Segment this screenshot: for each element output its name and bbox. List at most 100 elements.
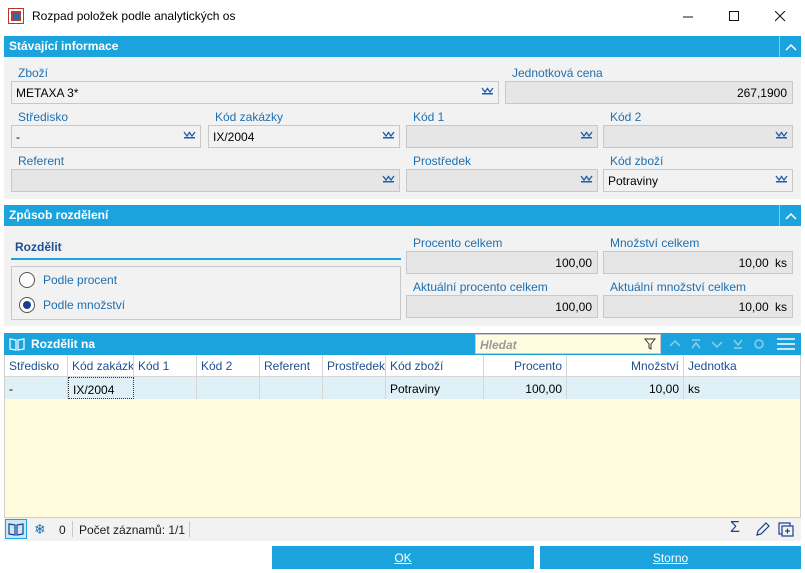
edit-icon[interactable] [755, 522, 770, 537]
aktualni-procento-field: 100,00 [406, 295, 598, 318]
collapse-current-info-button[interactable] [779, 36, 801, 57]
stredisko-value: - [16, 130, 20, 144]
split-group-title: Rozdělit [15, 240, 62, 254]
prostredek-field[interactable] [406, 169, 598, 192]
nav-last-icon[interactable] [732, 338, 744, 350]
status-bar: ❄ 0 Počet záznamů: 1/1 Σ [4, 517, 801, 541]
kod-zakazky-label: Kód zakázky [215, 110, 284, 124]
mnozstvi-celkem-field: 10,00 ks [603, 251, 793, 274]
col-kod-zakazky[interactable]: Kód zakázky [68, 355, 134, 377]
radio-quantity[interactable] [19, 297, 35, 313]
chevron-down-icon [580, 131, 593, 139]
col-kod-zbozi[interactable]: Kód zboží [386, 355, 484, 377]
procento-celkem-field: 100,00 [406, 251, 598, 274]
aktualni-mnozstvi-label: Aktuální množství celkem [610, 280, 747, 294]
dropdown-icon[interactable] [580, 130, 594, 142]
chevron-down-icon [775, 131, 788, 139]
cell-kod2[interactable] [197, 377, 260, 399]
data-grid: Středisko Kód zakázky Kód 1 Kód 2 Refere… [4, 355, 801, 517]
dropdown-icon[interactable] [775, 130, 789, 142]
minimize-button[interactable] [665, 0, 711, 32]
kod-zakazky-value: IX/2004 [213, 130, 255, 144]
dropdown-icon[interactable] [183, 130, 197, 142]
cell-mnozstvi[interactable]: 10,00 [567, 377, 684, 399]
nav-up-icon[interactable] [669, 338, 681, 350]
nav-first-icon[interactable] [690, 338, 702, 350]
snowflake-icon[interactable]: ❄ [34, 521, 46, 538]
col-kod1[interactable]: Kód 1 [134, 355, 197, 377]
zbozi-label: Zboží [18, 66, 49, 80]
radio-percent[interactable] [19, 272, 35, 288]
dropdown-icon[interactable] [775, 174, 789, 186]
divider [189, 521, 190, 537]
sum-icon[interactable]: Σ [730, 519, 740, 537]
close-icon [774, 10, 785, 21]
kod2-field[interactable] [603, 125, 793, 148]
split-group-divider [11, 258, 401, 260]
section-split-method-title: Způsob rozdělení [9, 208, 109, 222]
maximize-button[interactable] [711, 0, 757, 32]
chevron-down-icon [580, 175, 593, 183]
dropdown-icon[interactable] [580, 174, 594, 186]
kod-zakazky-field[interactable]: IX/2004 [208, 125, 400, 148]
search-input[interactable]: Hledat [475, 334, 661, 354]
col-referent[interactable]: Referent [260, 355, 323, 377]
radio-quantity-label[interactable]: Podle množství [43, 298, 125, 312]
section-current-info-header[interactable]: Stávající informace [4, 36, 801, 57]
mnozstvi-celkem-label: Množství celkem [610, 236, 700, 250]
kod-zbozi-value: Potraviny [608, 174, 659, 188]
chevron-down-icon [382, 131, 395, 139]
nav-down-icon[interactable] [711, 338, 723, 350]
minimize-icon [682, 16, 693, 17]
cell-jednotka[interactable]: ks [684, 377, 800, 399]
dropdown-icon[interactable] [382, 130, 396, 142]
section-split-method-header[interactable]: Způsob rozdělení [4, 205, 801, 226]
maximize-icon [728, 10, 739, 21]
zbozi-field[interactable]: METAXA 3* [11, 81, 499, 104]
cell-kod-zakazky[interactable]: IX/2004 [68, 377, 134, 399]
col-kod2[interactable]: Kód 2 [197, 355, 260, 377]
prostredek-label: Prostředek [413, 154, 472, 168]
unit-price-field: 267,1900 [505, 81, 793, 104]
col-prostredek[interactable]: Prostředek [323, 355, 386, 377]
filter-icon[interactable] [644, 338, 656, 350]
collapse-split-method-button[interactable] [779, 205, 801, 226]
section-split-method-body: Rozdělit Podle procent Podle množství Pr… [4, 226, 801, 326]
referent-field[interactable] [11, 169, 400, 192]
menu-icon[interactable] [777, 337, 795, 351]
grid-header-bar: Rozdělit na Hledat [4, 333, 801, 355]
view-toggle-button[interactable] [5, 519, 27, 539]
chevron-down-icon [382, 175, 395, 183]
dropdown-icon[interactable] [481, 86, 495, 98]
add-record-icon[interactable] [778, 521, 796, 537]
col-mnozstvi[interactable]: Množství [567, 355, 684, 377]
book-icon [8, 523, 24, 536]
kod1-field[interactable] [406, 125, 598, 148]
cell-kod1[interactable] [134, 377, 197, 399]
procento-celkem-label: Procento celkem [413, 236, 503, 250]
cell-referent[interactable] [260, 377, 323, 399]
cell-kod-zbozi[interactable]: Potraviny [386, 377, 484, 399]
col-procento[interactable]: Procento [484, 355, 567, 377]
stredisko-field[interactable]: - [11, 125, 201, 148]
title-bar: Rozpad položek podle analytických os [0, 0, 805, 32]
col-jednotka[interactable]: Jednotka [684, 355, 800, 377]
chevron-down-icon [775, 175, 788, 183]
aktualni-procento-label: Aktuální procento celkem [413, 280, 548, 294]
cancel-button[interactable]: Storno [540, 546, 801, 569]
kod-zbozi-field[interactable]: Potraviny [603, 169, 793, 192]
cell-stredisko[interactable]: - [5, 377, 68, 399]
chevron-up-icon [784, 43, 797, 51]
record-count: Počet záznamů: 1/1 [79, 523, 186, 537]
dropdown-icon[interactable] [382, 174, 396, 186]
zbozi-value: METAXA 3* [16, 86, 79, 100]
close-button[interactable] [757, 0, 803, 32]
ok-button[interactable]: OK [272, 546, 534, 569]
radio-percent-label[interactable]: Podle procent [43, 273, 117, 287]
col-stredisko[interactable]: Středisko [5, 355, 68, 377]
ok-button-label: OK [394, 551, 412, 565]
divider [72, 521, 73, 537]
settings-icon[interactable] [753, 338, 765, 350]
cell-prostredek[interactable] [323, 377, 386, 399]
cell-procento[interactable]: 100,00 [484, 377, 567, 399]
